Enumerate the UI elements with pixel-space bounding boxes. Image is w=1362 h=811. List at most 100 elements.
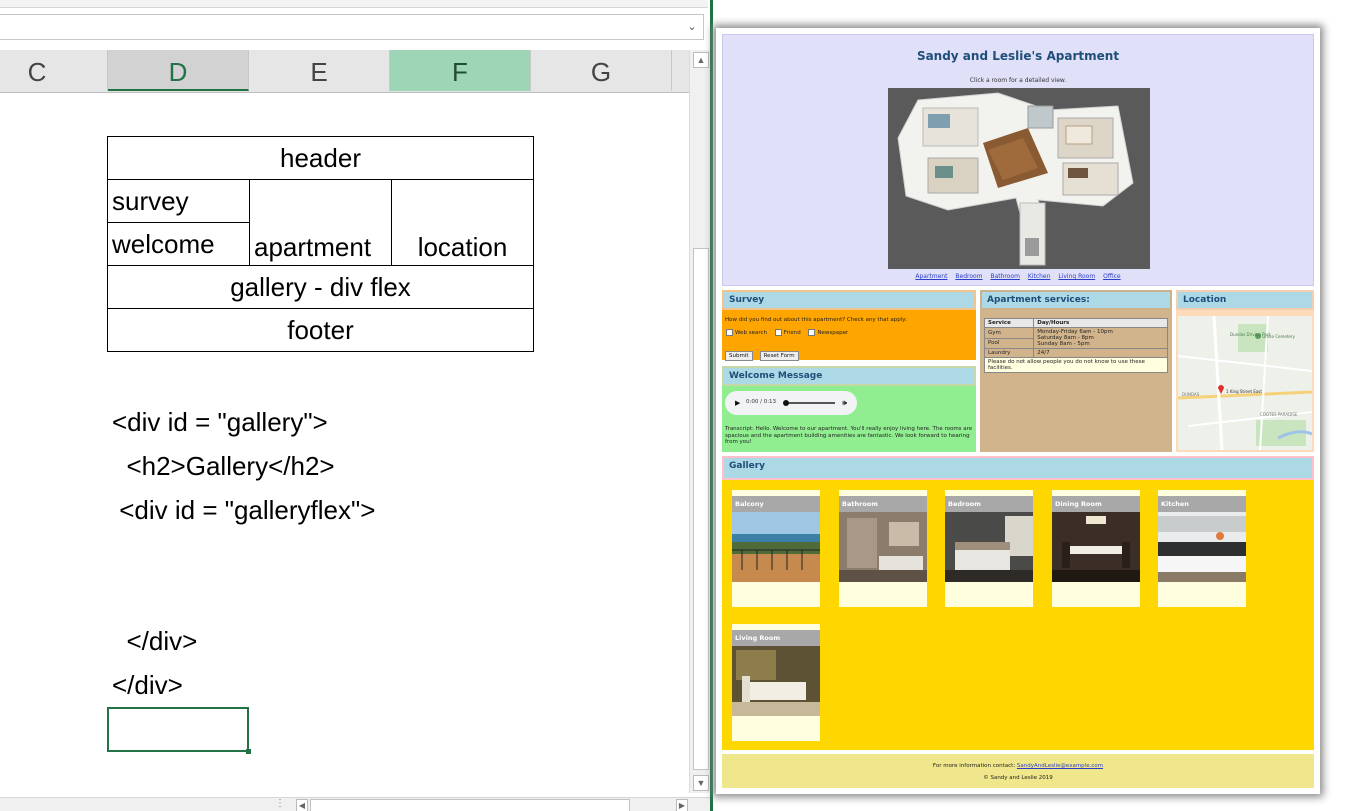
column-header-d[interactable]: D	[108, 50, 249, 91]
nav-link-bedroom[interactable]: Bedroom	[955, 273, 982, 280]
vertical-scroll-thumb[interactable]	[693, 248, 709, 770]
survey-option-friend[interactable]: Friend	[774, 329, 801, 336]
nav-link-living-room[interactable]: Living Room	[1058, 273, 1095, 280]
page-header: Sandy and Leslie's Apartment Click a roo…	[722, 34, 1314, 286]
services-note: Please do not allow people you do not kn…	[984, 357, 1168, 373]
services-col-service: Service	[983, 318, 1035, 328]
service-name: Pool	[983, 337, 1035, 349]
code-line-4[interactable]: </div>	[112, 626, 197, 657]
map-label: Grove Cemetery	[1262, 334, 1295, 339]
code-line-2[interactable]: <h2>Gallery</h2>	[112, 451, 334, 482]
vertical-scrollbar[interactable]: ▲ ▼	[689, 50, 710, 793]
gallery-photo[interactable]	[732, 512, 820, 582]
audio-progress-track[interactable]	[785, 402, 835, 404]
column-header-f[interactable]: F	[390, 50, 531, 91]
gallery-photo[interactable]	[1158, 512, 1246, 582]
play-icon[interactable]: ▶	[735, 399, 740, 407]
scroll-right-arrow-icon[interactable]: ▶	[676, 799, 688, 811]
cell-header[interactable]: header	[107, 136, 534, 180]
kitchen-photo	[1158, 512, 1246, 582]
cell-footer[interactable]: footer	[107, 308, 534, 352]
survey-option-web-search[interactable]: Web search	[726, 329, 768, 336]
column-header-e[interactable]: E	[249, 50, 390, 91]
cell-location[interactable]: location	[391, 179, 534, 266]
services-col-hours: Day/Hours	[1033, 318, 1168, 328]
scroll-down-arrow-icon[interactable]: ▼	[693, 775, 709, 791]
survey-buttons: Submit Reset Form	[725, 342, 801, 361]
gallery-photo[interactable]	[732, 646, 820, 716]
footer-copyright: © Sandy and Leslie 2019	[983, 775, 1053, 781]
checkbox-icon[interactable]	[726, 329, 733, 336]
welcome-transcript: Transcript: Hello. Welcome to our apartm…	[725, 426, 973, 446]
horizontal-scroll-thumb[interactable]	[310, 799, 630, 811]
nav-link-kitchen[interactable]: Kitchen	[1028, 273, 1051, 280]
audio-time: 0:00 / 0:13	[746, 399, 777, 405]
dining-room-photo	[1052, 512, 1140, 582]
gallery-card-label: Bathroom	[839, 496, 927, 512]
formula-bar[interactable]: ⌄	[0, 14, 704, 40]
cell-welcome[interactable]: welcome	[107, 222, 250, 266]
page-title: Sandy and Leslie's Apartment	[916, 49, 1120, 63]
column-headers: C D E F G	[0, 50, 689, 93]
active-cell-selection[interactable]	[107, 707, 251, 754]
checkbox-icon[interactable]	[774, 329, 782, 336]
location-section: Location Dundas Driving Park Grove Cemet…	[1176, 290, 1314, 452]
location-map[interactable]: Dundas Driving Park Grove Cemetery 1 Kin…	[1178, 316, 1312, 450]
nav-link-bathroom[interactable]: Bathroom	[990, 273, 1019, 280]
column-header-c[interactable]: C	[0, 50, 108, 91]
bathroom-photo	[839, 512, 927, 582]
gallery-card-kitchen[interactable]: Kitchen	[1158, 490, 1246, 607]
code-line-3[interactable]: <div id = "galleryflex">	[112, 495, 375, 526]
gallery-card-balcony[interactable]: Balcony	[732, 490, 820, 607]
footer-contact: For more information contact: SandyAndLe…	[722, 763, 1314, 769]
cell-survey[interactable]: survey	[107, 179, 250, 223]
gallery-card-label: Dining Room	[1052, 496, 1140, 512]
checkbox-icon[interactable]	[808, 329, 816, 336]
code-line-1[interactable]: <div id = "gallery">	[112, 407, 328, 438]
map-label: 1 King Street East	[1226, 389, 1262, 394]
horizontal-scrollbar[interactable]: ⋮ ◀ ▶	[0, 797, 710, 811]
ribbon-edge	[0, 0, 708, 8]
option-label: Web search	[735, 330, 768, 336]
gallery-card-dining-room[interactable]: Dining Room	[1052, 490, 1140, 607]
gallery-photo[interactable]	[1052, 512, 1140, 582]
scroll-up-arrow-icon[interactable]: ▲	[693, 52, 709, 68]
footer-email-link[interactable]: SandyAndLeslie@example.com	[1017, 763, 1103, 769]
reset-form-button[interactable]: Reset Form	[759, 351, 799, 361]
submit-button[interactable]: Submit	[725, 351, 753, 361]
service-hours: 24/7	[1033, 348, 1168, 358]
window-divider	[710, 0, 713, 811]
scroll-left-arrow-icon[interactable]: ◀	[296, 799, 308, 811]
gallery-card-bathroom[interactable]: Bathroom	[839, 490, 927, 607]
survey-option-newspaper[interactable]: Newspaper	[808, 329, 849, 336]
floor-plan-illustration	[888, 88, 1150, 269]
worksheet-grid[interactable]: header survey apartment location welcome…	[0, 93, 689, 793]
living-room-photo	[732, 646, 820, 716]
gallery-card-bedroom[interactable]: Bedroom	[945, 490, 1033, 607]
balcony-photo	[732, 512, 820, 582]
cell-apartment[interactable]: apartment	[249, 179, 392, 266]
splitter-handle-icon[interactable]: ⋮	[275, 798, 285, 809]
volume-icon[interactable]: 🕪	[842, 398, 847, 408]
option-label: Friend	[783, 330, 801, 336]
survey-options: Web search Friend Newspaper	[726, 329, 854, 336]
gallery-card-label: Living Room	[732, 630, 820, 646]
column-header-g[interactable]: G	[531, 50, 672, 91]
gallery-photo[interactable]	[839, 512, 927, 582]
layout-sketch-table: header survey apartment location welcome…	[107, 136, 534, 352]
cell-gallery[interactable]: gallery - div flex	[107, 265, 534, 309]
audio-progress-handle[interactable]	[783, 400, 789, 406]
floor-plan-image[interactable]	[888, 88, 1150, 269]
option-label: Newspaper	[817, 330, 849, 336]
nav-link-apartment[interactable]: Apartment	[915, 273, 947, 280]
audio-player[interactable]: ▶ 0:00 / 0:13 🕪	[725, 391, 857, 415]
gallery-card-living-room[interactable]: Living Room	[732, 624, 820, 741]
gallery-photo[interactable]	[945, 512, 1033, 582]
services-heading: Apartment services:	[980, 290, 1172, 310]
service-name: Gym	[983, 327, 1035, 339]
page-instruction: Click a room for a detailed view.	[969, 77, 1067, 84]
nav-link-office[interactable]: Office	[1103, 273, 1121, 280]
chevron-down-icon[interactable]: ⌄	[685, 19, 699, 35]
code-line-5[interactable]: </div>	[112, 670, 183, 701]
hours-line: Sunday 8am - 5pm	[1037, 341, 1090, 347]
